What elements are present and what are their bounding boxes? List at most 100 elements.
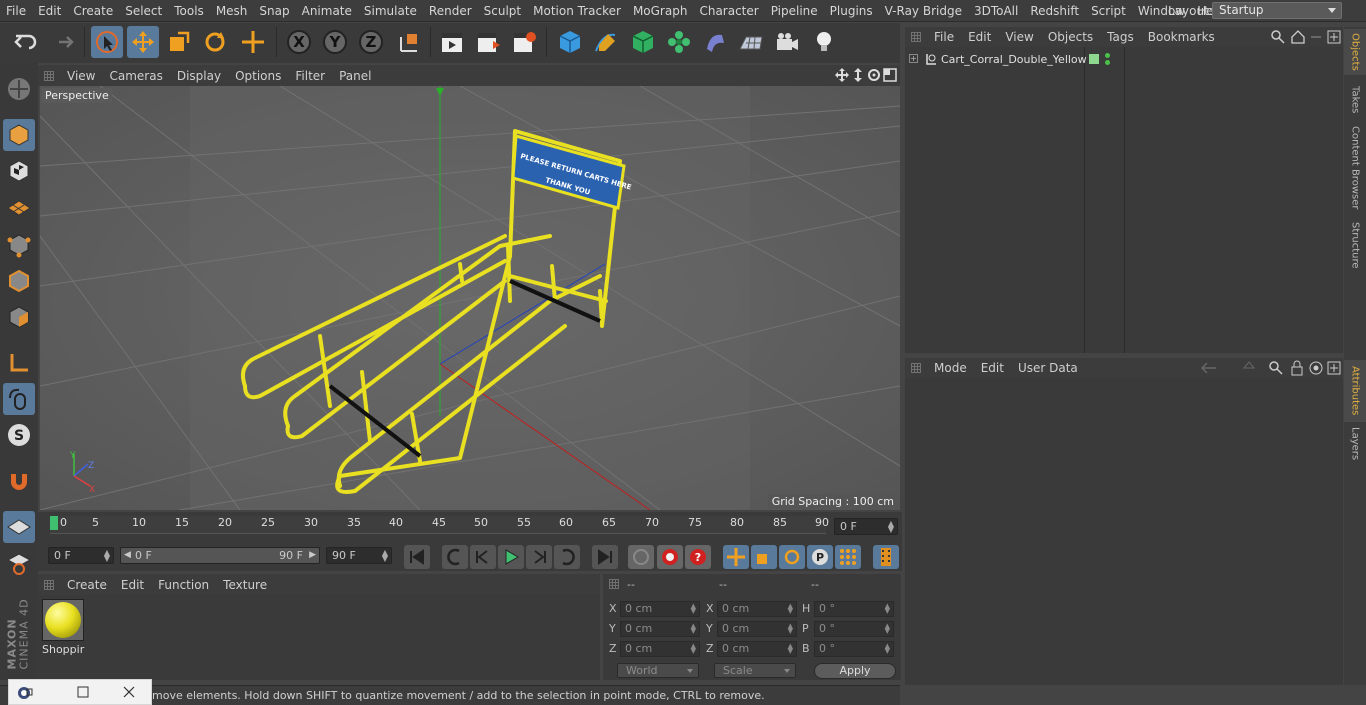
panel-grip-icon[interactable] [44, 579, 54, 590]
menu-tools[interactable]: Tools [168, 0, 210, 22]
attribute-menu-edit[interactable]: Edit [974, 361, 1011, 375]
autokey-button[interactable] [657, 545, 683, 569]
workplane-lock-button[interactable] [3, 511, 35, 543]
tweak-mode-button[interactable] [3, 383, 35, 415]
viewport-nav-rotate-icon[interactable] [867, 68, 881, 82]
points-mode-button[interactable] [3, 229, 35, 261]
range-left-arrow-icon[interactable]: ◀ [124, 548, 131, 563]
cinema4d-app-icon[interactable] [17, 686, 33, 700]
polygons-mode-button[interactable] [3, 301, 35, 333]
visibility-dots-icon[interactable] [1105, 53, 1110, 65]
next-frame-button[interactable] [526, 545, 552, 569]
menu-motion-tracker[interactable]: Motion Tracker [527, 0, 627, 22]
layer-color-swatch[interactable] [1089, 54, 1099, 64]
redo-button[interactable] [46, 26, 78, 58]
target-icon[interactable] [1309, 361, 1323, 375]
menu-snap[interactable]: Snap [253, 0, 295, 22]
position-x-field[interactable]: 0 cm ▲ ▼ [620, 601, 700, 617]
viewport-menu-panel[interactable]: Panel [332, 69, 378, 83]
coord-system-dropdown[interactable]: World [617, 663, 699, 678]
edges-mode-button[interactable] [3, 265, 35, 297]
attribute-menu-mode[interactable]: Mode [927, 361, 974, 375]
render-settings-button[interactable] [508, 26, 540, 58]
start-frame-field[interactable]: 0 F ▲ ▼ [48, 547, 114, 564]
viewport-menu-cameras[interactable]: Cameras [102, 69, 169, 83]
play-button[interactable] [498, 545, 524, 569]
prev-frame-button[interactable] [470, 545, 496, 569]
material-menu-create[interactable]: Create [60, 578, 114, 592]
layout-select[interactable]: Startup [1212, 2, 1342, 19]
move-tool-button[interactable] [127, 26, 159, 58]
menu-sculpt[interactable]: Sculpt [478, 0, 527, 22]
render-picture-viewer-button[interactable] [472, 26, 504, 58]
back-arrow-icon[interactable] [1201, 362, 1217, 374]
current-frame-field[interactable]: 0 F ▲ ▼ [834, 518, 898, 535]
viewport-menu-options[interactable]: Options [228, 69, 288, 83]
menu-mesh[interactable]: Mesh [210, 0, 254, 22]
viewport-menu-view[interactable]: View [60, 69, 102, 83]
viewport-perspective[interactable]: PLEASE RETURN CARTS HERE THANK YOU Y Z X… [40, 86, 900, 510]
add-floor-button[interactable] [735, 26, 767, 58]
search-icon[interactable] [1271, 30, 1285, 44]
menu-vray-bridge[interactable]: V-Ray Bridge [879, 0, 968, 22]
add-generator-button[interactable] [627, 26, 659, 58]
keyframe-selection-button[interactable]: ? [685, 545, 711, 569]
render-view-button[interactable] [436, 26, 468, 58]
prev-key-button[interactable] [442, 545, 468, 569]
up-arrow-icon[interactable] [1243, 361, 1255, 375]
add-deformer-button[interactable] [699, 26, 731, 58]
rotate-tool-button[interactable] [199, 26, 231, 58]
menu-plugins[interactable]: Plugins [824, 0, 879, 22]
panel-grip-icon[interactable] [609, 579, 619, 589]
rotation-b-field[interactable]: 0 ° ▲ ▼ [814, 641, 894, 657]
object-menu-tags[interactable]: Tags [1100, 30, 1141, 44]
coordinate-system-button[interactable] [393, 26, 425, 58]
timeline-ruler[interactable]: 0 5 10 15 20 25 30 35 40 45 50 55 60 65 … [38, 512, 902, 543]
menu-mograph[interactable]: MoGraph [627, 0, 694, 22]
solo-button[interactable]: S [3, 419, 35, 451]
size-mode-dropdown[interactable]: Scale [714, 663, 796, 678]
attribute-menu-user-data[interactable]: User Data [1011, 361, 1085, 375]
menu-character[interactable]: Character [693, 0, 764, 22]
object-menu-edit[interactable]: Edit [961, 30, 998, 44]
panel-grip-icon[interactable] [911, 32, 921, 42]
tab-layers[interactable]: Layers [1344, 424, 1366, 464]
key-pla-button[interactable] [835, 545, 861, 569]
add-light-button[interactable] [808, 26, 840, 58]
key-param-button[interactable]: P [807, 545, 833, 569]
object-name[interactable]: Cart_Corral_Double_Yellow [941, 53, 1087, 66]
size-y-field[interactable]: 0 cm ▲ ▼ [717, 621, 797, 637]
add-camera-button[interactable] [771, 26, 803, 58]
transform-tool-button[interactable] [237, 26, 269, 58]
new-window-icon[interactable] [1327, 361, 1341, 375]
rotation-h-field[interactable]: 0 ° ▲ ▼ [814, 601, 894, 617]
live-selection-button[interactable] [91, 26, 123, 58]
lock-icon[interactable] [1291, 360, 1303, 376]
tab-takes[interactable]: Takes [1344, 79, 1366, 121]
tab-objects[interactable]: Objects [1344, 29, 1366, 75]
make-editable-button[interactable] [3, 73, 35, 105]
goto-end-button[interactable] [592, 545, 618, 569]
object-menu-file[interactable]: File [927, 30, 961, 44]
viewport-nav-move-icon[interactable] [835, 68, 849, 82]
object-menu-view[interactable]: View [998, 30, 1040, 44]
size-x-field[interactable]: 0 cm ▲ ▼ [717, 601, 797, 617]
object-menu-objects[interactable]: Objects [1041, 30, 1100, 44]
menu-pipeline[interactable]: Pipeline [765, 0, 824, 22]
material-swatch[interactable]: Shoppir [42, 599, 86, 657]
undo-button[interactable] [10, 26, 42, 58]
viewport-menu-display[interactable]: Display [170, 69, 228, 83]
material-menu-function[interactable]: Function [151, 578, 216, 592]
add-cube-button[interactable] [554, 26, 586, 58]
panel-grip-icon[interactable] [44, 70, 54, 81]
key-position-button[interactable] [723, 545, 749, 569]
z-axis-lock-button[interactable]: Z [355, 26, 387, 58]
material-menu-edit[interactable]: Edit [114, 578, 151, 592]
tab-structure[interactable]: Structure [1344, 217, 1366, 273]
menu-file[interactable]: File [0, 0, 32, 22]
timeline-window-button[interactable] [873, 545, 899, 569]
search-icon[interactable] [1269, 361, 1283, 375]
rotation-p-field[interactable]: 0 ° ▲ ▼ [814, 621, 894, 637]
position-y-field[interactable]: 0 cm ▲ ▼ [620, 621, 700, 637]
key-scale-button[interactable] [751, 545, 777, 569]
